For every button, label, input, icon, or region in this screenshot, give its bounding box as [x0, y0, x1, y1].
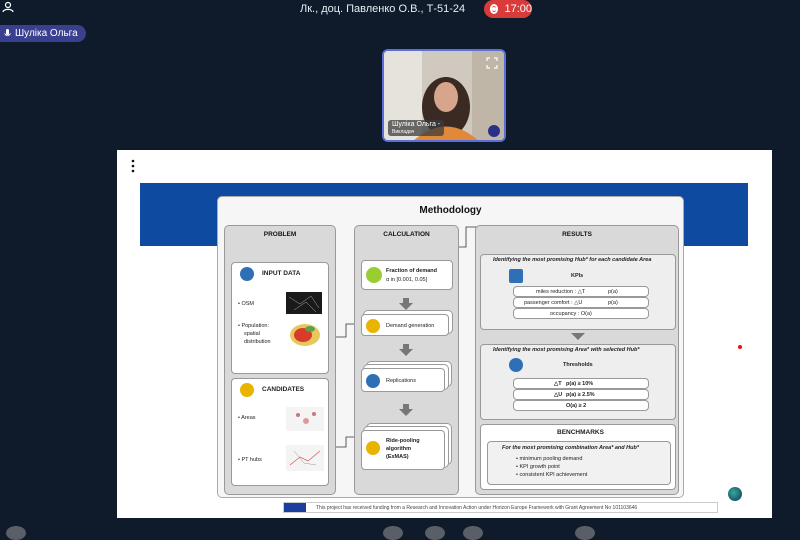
- bottom-control-icon[interactable]: [6, 526, 26, 540]
- person-icon[interactable]: [2, 1, 14, 13]
- kpi-icon: [509, 269, 523, 283]
- more-options-icon[interactable]: [131, 159, 135, 173]
- ride-pooling-label: Ride-pooling: [386, 438, 420, 444]
- kpi-2-label: passenger comfort : △U: [524, 300, 583, 306]
- hub-results-card: Identifying the most promising Hub* for …: [480, 254, 676, 330]
- fraction-range: α in [0.001, 0.05]: [386, 277, 428, 283]
- threshold-2-label: △U: [554, 392, 563, 398]
- area-question: Identifying the most promising Area* wit…: [493, 347, 640, 353]
- demand-generation-card: Demand generation: [361, 314, 449, 336]
- fraction-icon: [366, 267, 382, 283]
- participant-avatar[interactable]: [728, 487, 742, 501]
- threshold-row-1: △T p(a) ≥ 10%: [513, 378, 649, 389]
- kpi-2-sub: p(a): [608, 300, 618, 306]
- threshold-1-label: △T: [554, 381, 562, 387]
- arrow-down-icon: [399, 349, 413, 356]
- kpi-row-3: occupancy : O(a): [513, 308, 649, 319]
- arrow-down-icon: [399, 303, 413, 310]
- calculation-column: CALCULATION Fraction of demand α in [0.0…: [354, 225, 459, 495]
- kpi-row-1: miles reduction : △T p(a): [513, 286, 649, 297]
- results-column: RESULTS Identifying the most promising H…: [475, 225, 679, 495]
- eu-flag-icon: [284, 503, 306, 512]
- area-results-card: Identifying the most promising Area* wit…: [480, 344, 676, 420]
- ride-pooling-card: Ride-pooling algorithm (ExMAS): [361, 430, 445, 470]
- document-icon: [366, 374, 380, 388]
- participant-mic-icon: [488, 125, 500, 137]
- self-name-chip[interactable]: Шуліка Ольга: [0, 25, 86, 42]
- replications-card: Replications: [361, 368, 445, 392]
- participant-label: Шуліка Ольга - Викладач: [388, 120, 445, 136]
- threshold-2-value: p(a) ≥ 2.5%: [566, 392, 595, 398]
- participant-video[interactable]: Шуліка Ольга - Викладач: [382, 49, 506, 142]
- meeting-title: Лк., доц. Павленко О.В., Т-51-24: [300, 3, 466, 15]
- bottom-control-icon[interactable]: [425, 526, 445, 540]
- benchmarks-card: BENCHMARKS For the most promising combin…: [480, 424, 676, 490]
- funding-text: This project has received funding from a…: [316, 505, 638, 511]
- microphone-icon: [4, 28, 11, 36]
- bottom-control-icon[interactable]: [383, 526, 403, 540]
- arrow-down-icon: [399, 409, 413, 416]
- kpis-title: KPIs: [571, 273, 584, 279]
- arrow-down-icon: [571, 333, 585, 340]
- funding-footer: This project has received funding from a…: [283, 502, 718, 513]
- top-bar: Лк., доц. Павленко О.В., Т-51-24 17:00: [0, 0, 800, 20]
- kpi-1-sub: p(a): [608, 289, 618, 295]
- benchmarks-inner: For the most promising combination Area*…: [487, 441, 671, 485]
- self-name: Шуліка Ольга: [15, 28, 78, 39]
- bottom-control-icon[interactable]: [575, 526, 595, 540]
- hub-question: Identifying the most promising Hub* for …: [493, 257, 652, 263]
- expand-icon[interactable]: [486, 57, 498, 69]
- benchmark-3: • consistent KPI achievement: [516, 472, 588, 478]
- fraction-card: Fraction of demand α in [0.001, 0.05]: [361, 260, 453, 290]
- algorithm-icon: [366, 441, 380, 455]
- recording-timer: 17:00: [504, 3, 532, 15]
- exmas-label: (ExMAS): [386, 454, 409, 460]
- threshold-1-value: p(a) ≥ 10%: [566, 381, 594, 387]
- fraction-title: Fraction of demand: [386, 268, 438, 274]
- bottom-control-icon[interactable]: [463, 526, 483, 540]
- kpi-1-label: miles reduction : △T: [536, 289, 586, 295]
- thresholds-title: Thresholds: [563, 362, 593, 368]
- threshold-row-2: △U p(a) ≥ 2.5%: [513, 389, 649, 400]
- recording-indicator[interactable]: 17:00: [484, 0, 532, 18]
- results-heading: RESULTS: [562, 231, 592, 238]
- kpi-row-2: passenger comfort : △U p(a): [513, 297, 649, 308]
- kpi-3-label: occupancy : O(a): [550, 311, 592, 317]
- demand-generation-label: Demand generation: [386, 323, 435, 329]
- algorithm-label: algorithm: [386, 446, 412, 452]
- calculation-heading: CALCULATION: [383, 231, 430, 238]
- people-icon: [366, 319, 380, 333]
- benchmark-1: • minimum pooling demand: [516, 456, 583, 462]
- benchmarks-title: BENCHMARKS: [557, 429, 604, 436]
- benchmark-2: • KPI growth point: [516, 464, 560, 470]
- benchmarks-heading: For the most promising combination Area*…: [502, 445, 640, 451]
- pointer-dot: [738, 345, 742, 349]
- target-icon: [509, 358, 523, 372]
- threshold-row-3: O(a) ≥ 2: [513, 400, 649, 411]
- threshold-3-label: O(a) ≥ 2: [566, 403, 587, 409]
- replications-label: Replications: [386, 378, 416, 384]
- methodology-slide: Methodology PROBLEM INPUT DATA • OSM • P…: [217, 196, 684, 498]
- record-icon: [490, 4, 499, 14]
